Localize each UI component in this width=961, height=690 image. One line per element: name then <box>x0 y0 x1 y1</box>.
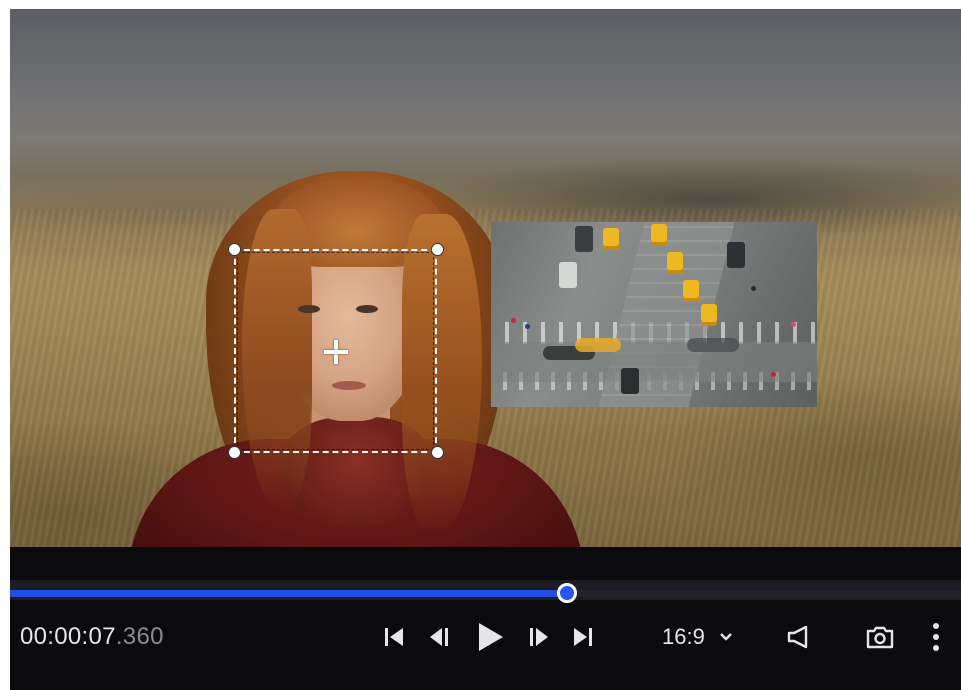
timecode-main: 00:00:07 <box>20 623 116 650</box>
timecode: 00:00:07.360 <box>20 623 164 651</box>
step-forward-icon <box>530 628 548 646</box>
play-icon <box>479 623 503 651</box>
play-button[interactable] <box>474 621 506 653</box>
timeline-progress <box>10 590 567 597</box>
pip-overlay-clip[interactable] <box>491 222 817 407</box>
more-vertical-icon <box>933 623 939 651</box>
pip-car <box>559 262 577 288</box>
pip-pedestrian <box>771 372 776 377</box>
step-forward-button[interactable] <box>522 621 554 653</box>
more-options-button[interactable] <box>920 621 952 653</box>
skip-to-start-icon <box>385 628 403 646</box>
pip-car <box>727 242 745 268</box>
pip-taxi <box>651 224 667 246</box>
pip-taxi <box>683 280 699 302</box>
resize-handle-top-right[interactable] <box>431 243 444 256</box>
pip-pedestrian <box>751 286 756 291</box>
step-back-button[interactable] <box>424 621 456 653</box>
pip-taxi-motion <box>575 338 621 352</box>
pip-taxi <box>701 304 717 326</box>
skip-to-start-button[interactable] <box>378 621 410 653</box>
volume-button[interactable] <box>782 621 814 653</box>
resize-handle-bottom-right[interactable] <box>431 446 444 459</box>
pip-taxi <box>667 252 683 274</box>
timeline-scrubber[interactable] <box>10 580 961 603</box>
aspect-ratio-value: 16:9 <box>662 624 705 649</box>
move-crosshair-icon[interactable] <box>324 340 348 364</box>
step-back-icon <box>430 628 448 646</box>
aspect-ratio-dropdown[interactable]: 16:9 <box>662 623 733 651</box>
resize-handle-top-left[interactable] <box>228 243 241 256</box>
skip-to-end-icon <box>574 628 592 646</box>
snapshot-button[interactable] <box>864 621 896 653</box>
pip-pedestrian <box>525 324 530 329</box>
chevron-down-icon <box>719 633 732 641</box>
timecode-milliseconds: .360 <box>115 623 164 650</box>
pip-crosswalk <box>491 342 817 382</box>
pip-taxi <box>603 228 619 250</box>
pip-car <box>621 368 639 394</box>
playhead-handle[interactable] <box>557 583 577 603</box>
skip-to-end-button[interactable] <box>567 621 599 653</box>
video-player: 00:00:07.360 16:9 <box>10 9 961 690</box>
speaker-icon <box>787 625 808 649</box>
pip-pedestrian <box>791 322 796 327</box>
pip-pedestrian <box>511 318 516 323</box>
resize-handle-bottom-left[interactable] <box>228 446 241 459</box>
control-bar: 00:00:07.360 16:9 <box>10 607 961 667</box>
pip-car <box>575 226 593 252</box>
video-preview[interactable] <box>10 9 961 547</box>
pip-car-motion <box>687 338 739 352</box>
camera-icon <box>866 626 894 649</box>
